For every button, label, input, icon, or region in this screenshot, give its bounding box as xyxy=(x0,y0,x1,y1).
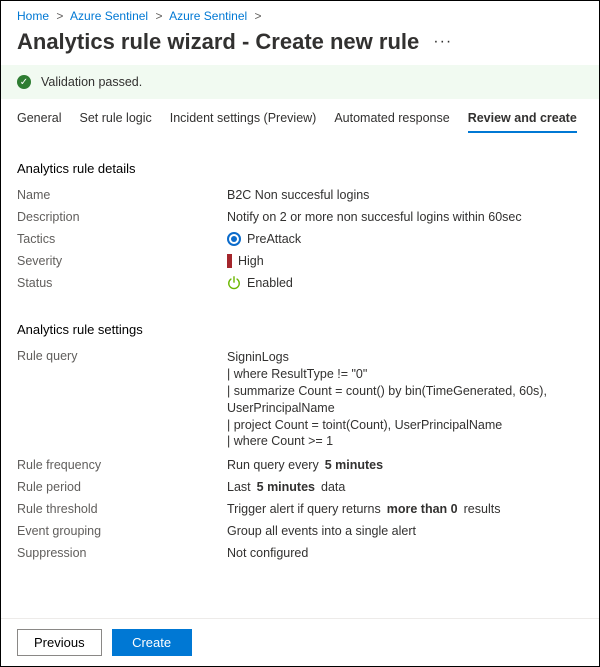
chevron-right-icon: > xyxy=(52,9,67,23)
title-row: Analytics rule wizard - Create new rule … xyxy=(1,27,599,65)
rule-frequency-bold: 5 minutes xyxy=(325,458,383,472)
label-suppression: Suppression xyxy=(17,546,227,560)
detail-row-severity: Severity High xyxy=(17,250,583,272)
detail-row-name: Name B2C Non succesful logins xyxy=(17,184,583,206)
rule-period-bold: 5 minutes xyxy=(257,480,315,494)
rule-threshold-suffix: results xyxy=(464,502,501,516)
chevron-right-icon: > xyxy=(251,9,266,23)
label-description: Description xyxy=(17,210,227,224)
rule-period-suffix: data xyxy=(321,480,345,494)
breadcrumb-item-sentinel-2[interactable]: Azure Sentinel xyxy=(169,9,247,23)
content: Analytics rule details Name B2C Non succ… xyxy=(1,133,599,633)
label-rule-frequency: Rule frequency xyxy=(17,458,227,472)
label-rule-threshold: Rule threshold xyxy=(17,502,227,516)
value-event-grouping: Group all events into a single alert xyxy=(227,524,583,538)
label-severity: Severity xyxy=(17,254,227,268)
rule-period-prefix: Last xyxy=(227,480,251,494)
detail-row-tactics: Tactics PreAttack xyxy=(17,228,583,250)
value-description: Notify on 2 or more non succesful logins… xyxy=(227,210,583,224)
more-menu-button[interactable]: ··· xyxy=(433,33,452,51)
section-heading-details: Analytics rule details xyxy=(17,161,583,176)
rule-query-code: SigninLogs | where ResultType != "0" | s… xyxy=(227,349,583,450)
check-circle-icon: ✓ xyxy=(17,75,31,89)
section-heading-settings: Analytics rule settings xyxy=(17,322,583,337)
validation-message: Validation passed. xyxy=(41,75,142,89)
status-text: Enabled xyxy=(247,276,293,290)
footer: Previous Create xyxy=(1,618,599,666)
validation-banner: ✓ Validation passed. xyxy=(1,65,599,99)
label-rule-query: Rule query xyxy=(17,349,227,363)
preattack-icon xyxy=(227,232,241,246)
tabs: General Set rule logic Incident settings… xyxy=(1,103,599,133)
setting-row-event-grouping: Event grouping Group all events into a s… xyxy=(17,520,583,542)
value-rule-threshold: Trigger alert if query returns more than… xyxy=(227,502,583,516)
value-rule-frequency: Run query every 5 minutes xyxy=(227,458,583,472)
setting-row-rule-frequency: Rule frequency Run query every 5 minutes xyxy=(17,454,583,476)
tab-review-and-create[interactable]: Review and create xyxy=(468,103,577,133)
setting-row-rule-threshold: Rule threshold Trigger alert if query re… xyxy=(17,498,583,520)
setting-row-suppression: Suppression Not configured xyxy=(17,542,583,564)
detail-row-description: Description Notify on 2 or more non succ… xyxy=(17,206,583,228)
label-rule-period: Rule period xyxy=(17,480,227,494)
severity-high-icon xyxy=(227,254,232,268)
value-severity: High xyxy=(227,254,583,268)
chevron-right-icon: > xyxy=(151,9,166,23)
rule-frequency-prefix: Run query every xyxy=(227,458,319,472)
label-event-grouping: Event grouping xyxy=(17,524,227,538)
rule-threshold-bold: more than 0 xyxy=(387,502,458,516)
label-name: Name xyxy=(17,188,227,202)
tactics-text: PreAttack xyxy=(247,232,301,246)
value-status: Enabled xyxy=(227,276,583,290)
value-tactics: PreAttack xyxy=(227,232,583,246)
tab-general[interactable]: General xyxy=(17,103,61,133)
page-title: Analytics rule wizard - Create new rule xyxy=(17,29,419,55)
value-name: B2C Non succesful logins xyxy=(227,188,583,202)
value-suppression: Not configured xyxy=(227,546,583,560)
previous-button[interactable]: Previous xyxy=(17,629,102,656)
setting-row-rule-query: Rule query SigninLogs | where ResultType… xyxy=(17,345,583,454)
create-button[interactable]: Create xyxy=(112,629,192,656)
tab-incident-settings[interactable]: Incident settings (Preview) xyxy=(170,103,317,133)
rule-threshold-prefix: Trigger alert if query returns xyxy=(227,502,381,516)
tab-set-rule-logic[interactable]: Set rule logic xyxy=(79,103,151,133)
tab-automated-response[interactable]: Automated response xyxy=(334,103,449,133)
breadcrumb: Home > Azure Sentinel > Azure Sentinel > xyxy=(1,1,599,27)
setting-row-rule-period: Rule period Last 5 minutes data xyxy=(17,476,583,498)
power-icon xyxy=(227,276,241,290)
label-status: Status xyxy=(17,276,227,290)
label-tactics: Tactics xyxy=(17,232,227,246)
breadcrumb-item-home[interactable]: Home xyxy=(17,9,49,23)
breadcrumb-item-sentinel[interactable]: Azure Sentinel xyxy=(70,9,148,23)
value-rule-query: SigninLogs | where ResultType != "0" | s… xyxy=(227,349,583,450)
severity-text: High xyxy=(238,254,264,268)
value-rule-period: Last 5 minutes data xyxy=(227,480,583,494)
detail-row-status: Status Enabled xyxy=(17,272,583,294)
